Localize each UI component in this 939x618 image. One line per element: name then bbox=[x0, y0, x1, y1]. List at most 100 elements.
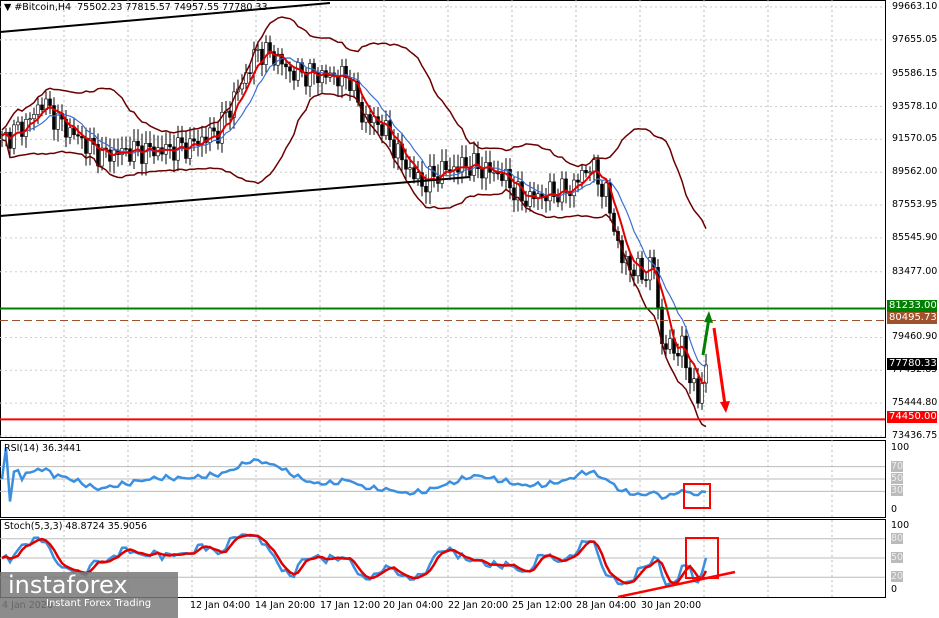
candle-body bbox=[40, 104, 44, 111]
candle-body bbox=[500, 173, 504, 181]
bollinger-upper bbox=[1, 16, 707, 230]
stoch-label: Stoch(5,3,3) 48.8724 35.9056 bbox=[4, 521, 148, 532]
candle-body bbox=[172, 146, 176, 161]
candle-body bbox=[308, 63, 312, 87]
ohlc-values: 75502.23 77815.57 74957.55 77780.33 bbox=[77, 2, 268, 13]
rsi-label: RSI(14) 36.3441 bbox=[4, 443, 82, 454]
indicator-level-label: 100 bbox=[891, 520, 910, 531]
bollinger-lower bbox=[1, 92, 707, 428]
candle-body bbox=[588, 171, 592, 174]
arrow-down-red bbox=[712, 327, 727, 406]
candle-body bbox=[548, 181, 552, 202]
candle-body bbox=[284, 63, 288, 68]
candle-body bbox=[492, 171, 496, 174]
candle-body bbox=[692, 378, 696, 384]
candle-body bbox=[404, 159, 408, 170]
chart-header: ▼ #Bitcoin,H4 75502.23 77815.57 74957.55… bbox=[4, 2, 268, 13]
candle-body bbox=[292, 70, 296, 81]
candle-body bbox=[644, 279, 648, 281]
candle-body bbox=[696, 378, 700, 404]
level-tag-green: 81233.00 bbox=[887, 300, 937, 312]
indicator-level-label: 50 bbox=[891, 552, 904, 563]
candle-body bbox=[592, 159, 596, 173]
candle-body bbox=[128, 148, 132, 162]
time-tick: 22 Jan 20:00 bbox=[448, 600, 509, 611]
indicator-level-label: 30 bbox=[891, 485, 904, 497]
candle-body bbox=[636, 257, 640, 277]
candle-body bbox=[16, 121, 20, 126]
indicator-level-label: 70 bbox=[891, 460, 904, 472]
candle-body bbox=[184, 142, 188, 159]
candle-body bbox=[48, 98, 52, 106]
candle-body bbox=[380, 124, 384, 136]
candle-body bbox=[248, 72, 252, 74]
candle-body bbox=[460, 157, 464, 173]
candle-body bbox=[296, 62, 300, 81]
candle-body bbox=[28, 118, 32, 121]
trendline-lower bbox=[0, 176, 471, 217]
candle-body bbox=[444, 161, 448, 171]
candle-body bbox=[576, 179, 580, 183]
candle-body bbox=[8, 131, 12, 149]
time-tick: 17 Jan 12:00 bbox=[320, 600, 381, 611]
candle-body bbox=[412, 167, 416, 180]
price-tick: 83477.00 bbox=[892, 265, 938, 277]
indicator-level-label: 0 bbox=[891, 504, 898, 515]
candle-body bbox=[144, 143, 148, 164]
candle-body bbox=[424, 186, 428, 193]
candle-body bbox=[676, 353, 680, 357]
candle-body bbox=[148, 143, 152, 148]
time-tick: 14 Jan 20:00 bbox=[255, 600, 316, 611]
price-tick: 73436.75 bbox=[892, 430, 938, 441]
candle-body bbox=[396, 143, 400, 159]
time-tick: 30 Jan 20:00 bbox=[641, 600, 702, 611]
candle-body bbox=[700, 382, 704, 404]
candle-body bbox=[84, 137, 88, 154]
indicator-level-label: 50 bbox=[891, 473, 904, 484]
price-tick: 89562.00 bbox=[892, 166, 938, 178]
candle-body bbox=[256, 48, 260, 51]
candle-body bbox=[20, 121, 24, 137]
price-tick: 91570.05 bbox=[892, 133, 938, 145]
candle-body bbox=[36, 104, 40, 115]
candle-body bbox=[192, 138, 196, 142]
candle-body bbox=[32, 114, 36, 120]
price-tick: 93578.10 bbox=[892, 100, 938, 112]
candle-body bbox=[288, 66, 292, 72]
price-tick: 95586.15 bbox=[892, 67, 938, 79]
time-tick: 28 Jan 04:00 bbox=[576, 600, 637, 611]
indicator-level-label: 20 bbox=[891, 571, 904, 583]
symbol-label: #Bitcoin,H4 bbox=[14, 2, 72, 13]
candle-body bbox=[580, 170, 584, 183]
candle-body bbox=[484, 162, 488, 179]
logo-tagline: Instant Forex Trading bbox=[46, 598, 152, 609]
price-tick: 97655.05 bbox=[892, 33, 938, 45]
price-tick: 79460.90 bbox=[892, 331, 938, 343]
candle-body bbox=[68, 127, 72, 138]
time-tick: 20 Jan 04:00 bbox=[383, 600, 444, 611]
candle-body bbox=[212, 127, 216, 132]
candle-body bbox=[76, 134, 80, 137]
candle-body bbox=[664, 343, 668, 350]
candle-body bbox=[528, 191, 532, 207]
candle-body bbox=[600, 183, 604, 197]
price-tick: 75444.80 bbox=[892, 397, 938, 409]
candle-body bbox=[180, 137, 184, 144]
candle-body bbox=[124, 148, 128, 150]
time-tick: 25 Jan 12:00 bbox=[512, 600, 573, 611]
candle-body bbox=[668, 338, 672, 350]
price-tick: 99663.10 bbox=[892, 1, 938, 12]
candle-body bbox=[448, 169, 452, 172]
level-tag-red: 74450.00 bbox=[887, 411, 937, 423]
time-tick: 12 Jan 04:00 bbox=[190, 600, 251, 611]
candle-body bbox=[408, 167, 412, 170]
candle-body bbox=[416, 172, 420, 180]
candle-body bbox=[480, 168, 484, 179]
candle-body bbox=[632, 269, 636, 277]
arrow-up-green-head bbox=[704, 311, 713, 323]
rsi-line bbox=[0, 447, 707, 502]
level-tag-brown: 80495.73 bbox=[887, 312, 937, 324]
logo-name: instaforex bbox=[8, 571, 128, 599]
candle-body bbox=[136, 140, 140, 147]
candle-body bbox=[704, 364, 708, 384]
